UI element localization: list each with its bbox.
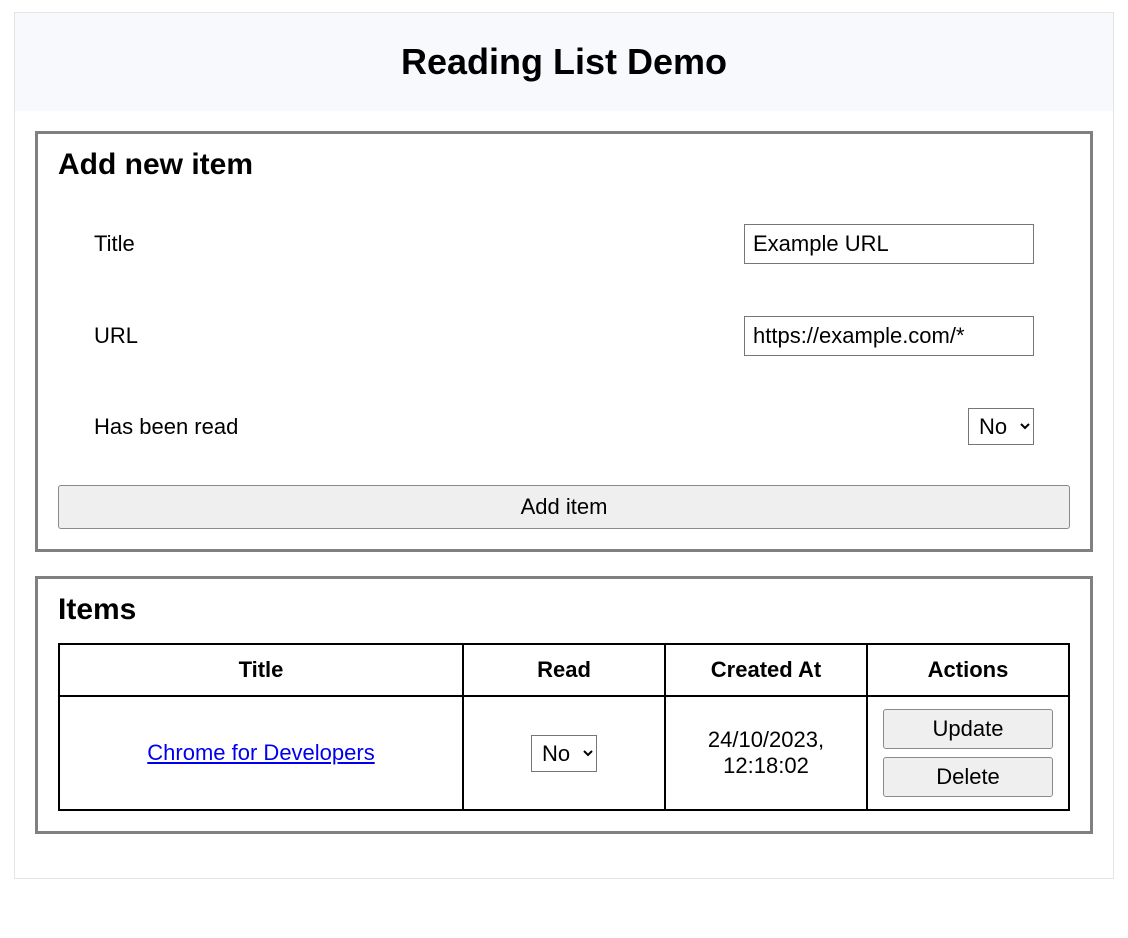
add-item-button[interactable]: Add item (58, 485, 1070, 529)
title-label: Title (94, 231, 135, 257)
column-header-created: Created At (665, 644, 867, 696)
has-read-row: Has been read No Yes (94, 382, 1034, 471)
has-read-label: Has been read (94, 414, 238, 440)
cell-read: No Yes (463, 696, 665, 810)
url-input[interactable] (744, 316, 1034, 356)
cell-title: Chrome for Developers (59, 696, 463, 810)
row-read-select[interactable]: No Yes (531, 735, 597, 772)
title-row: Title (94, 198, 1034, 290)
has-read-select[interactable]: No Yes (968, 408, 1034, 445)
url-label: URL (94, 323, 138, 349)
items-table-header-row: Title Read Created At Actions (59, 644, 1069, 696)
add-item-panel: Add new item Title URL Has been read No … (35, 131, 1093, 552)
update-button[interactable]: Update (883, 709, 1053, 749)
cell-actions: Update Delete (867, 696, 1069, 810)
delete-button[interactable]: Delete (883, 757, 1053, 797)
item-title-link[interactable]: Chrome for Developers (147, 740, 374, 765)
app-container: Reading List Demo Add new item Title URL… (14, 12, 1114, 879)
column-header-read: Read (463, 644, 665, 696)
app-header: Reading List Demo (15, 13, 1113, 111)
page-title: Reading List Demo (15, 41, 1113, 83)
add-item-form: Title URL Has been read No Yes (58, 198, 1070, 471)
cell-created: 24/10/2023, 12:18:02 (665, 696, 867, 810)
table-row: Chrome for Developers No Yes 24/10/2023,… (59, 696, 1069, 810)
column-header-title: Title (59, 644, 463, 696)
items-panel: Items Title Read Created At Actions Chro… (35, 576, 1093, 834)
content-area: Add new item Title URL Has been read No … (15, 111, 1113, 878)
title-input[interactable] (744, 224, 1034, 264)
url-row: URL (94, 290, 1034, 382)
items-heading: Items (58, 593, 1070, 627)
column-header-actions: Actions (867, 644, 1069, 696)
add-item-heading: Add new item (58, 148, 1070, 182)
items-table: Title Read Created At Actions Chrome for… (58, 643, 1070, 811)
